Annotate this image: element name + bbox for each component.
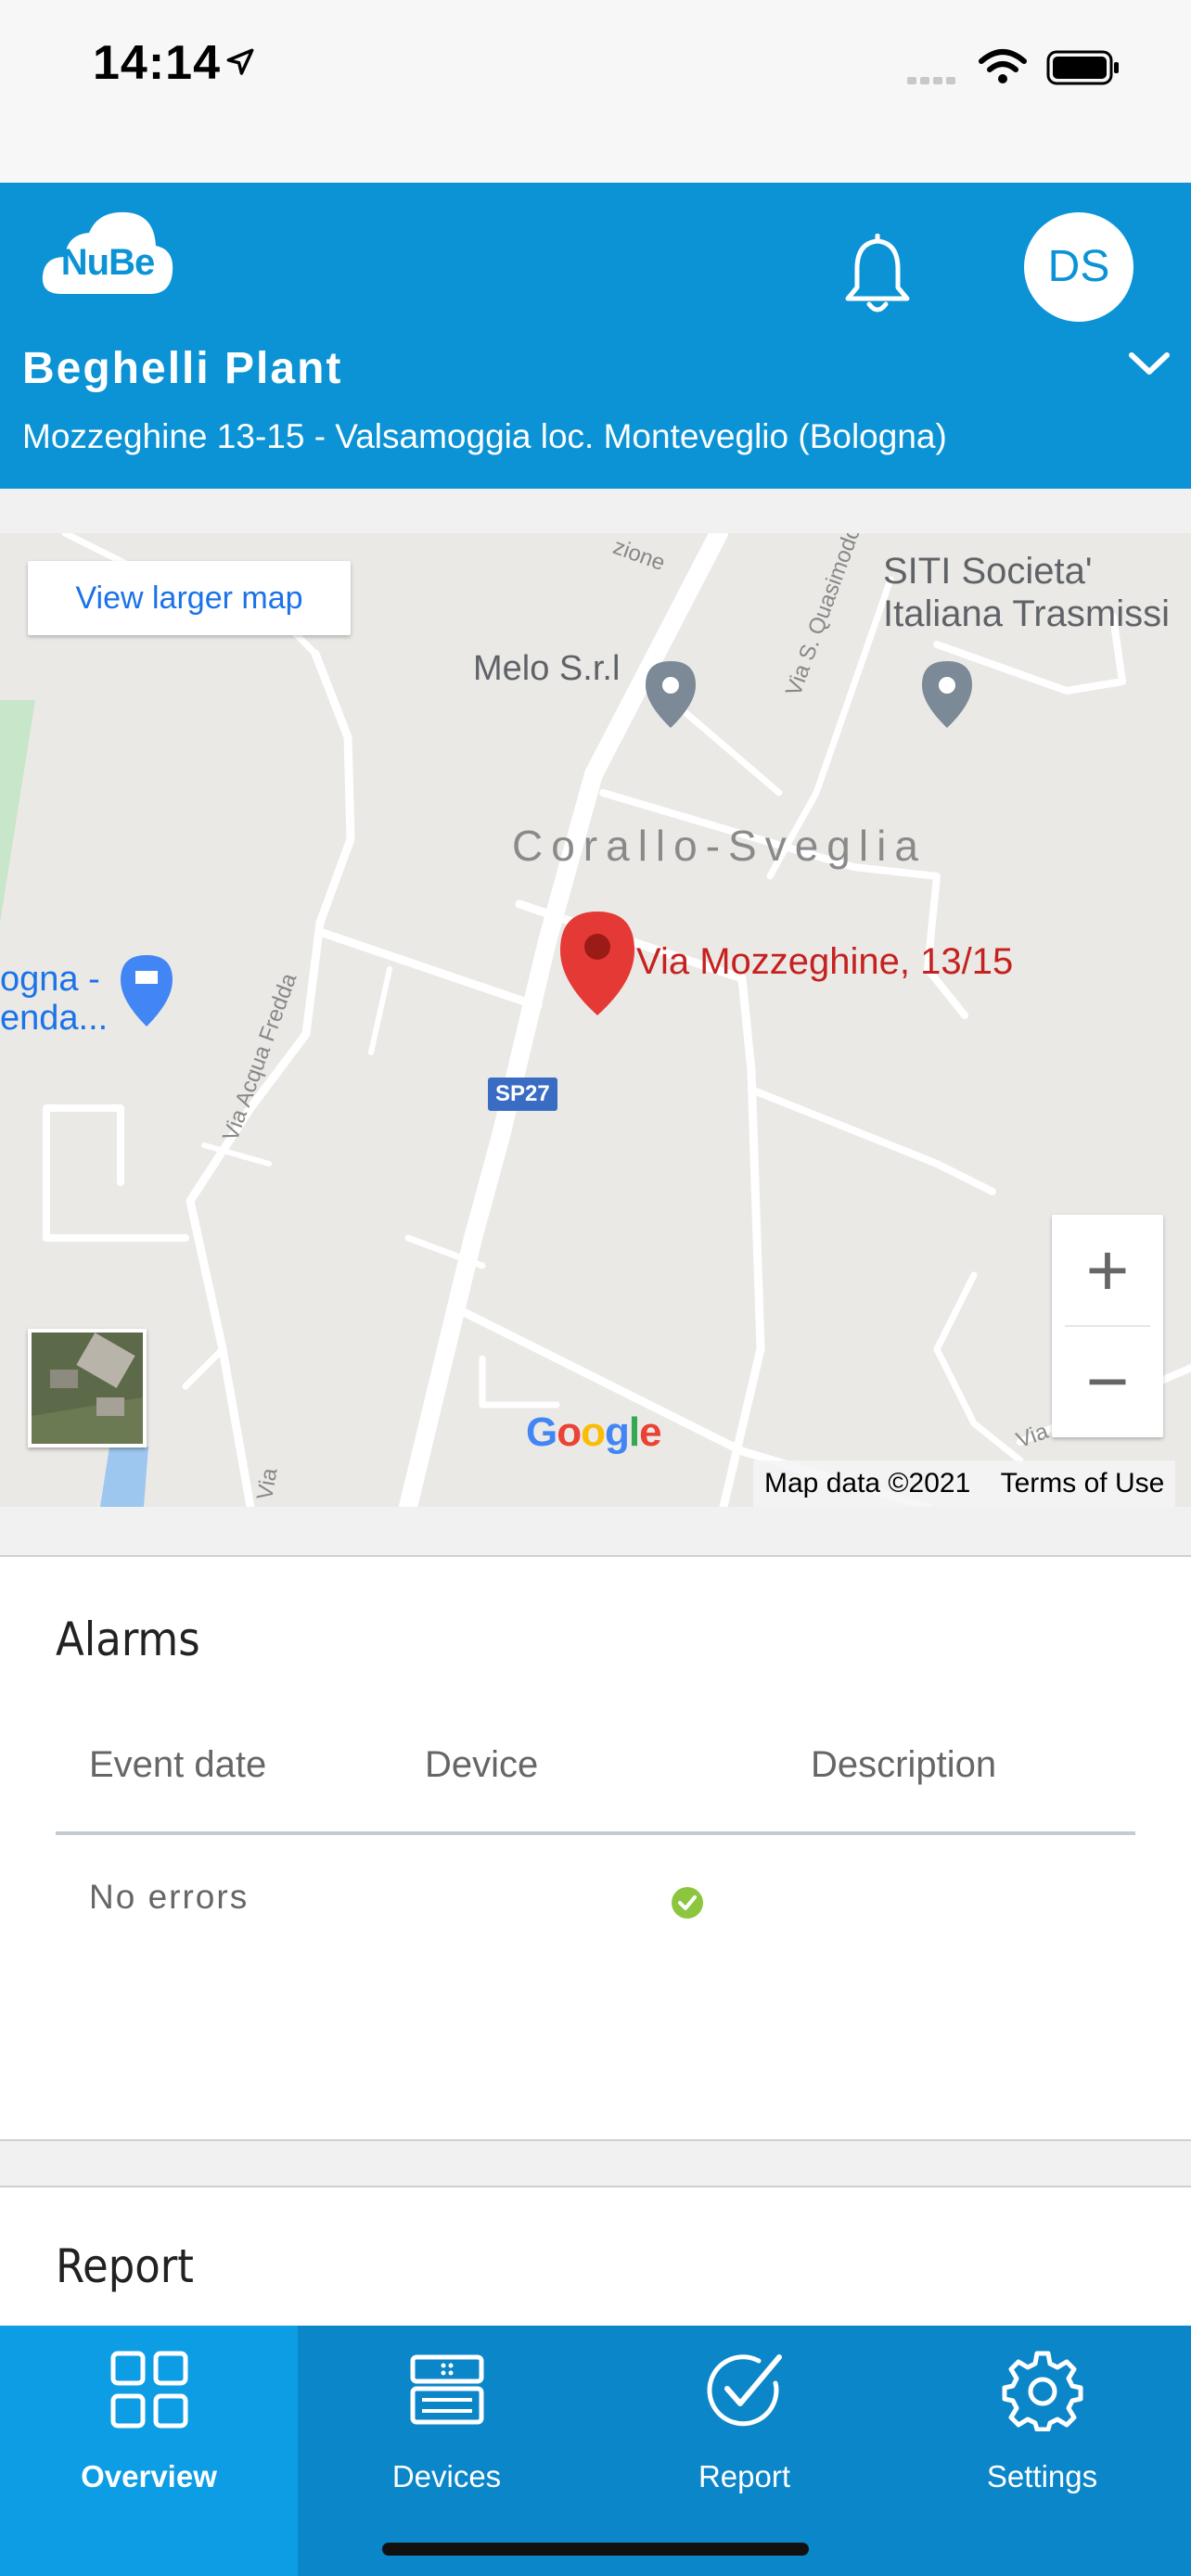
plant-name: Beghelli Plant: [22, 344, 343, 393]
nav-settings-label: Settings: [986, 2459, 1098, 2493]
logo-text: NuBe: [60, 242, 155, 283]
nav-overview[interactable]: Overview: [0, 2326, 298, 2576]
user-avatar[interactable]: DS: [1024, 212, 1133, 322]
google-logo: Google: [526, 1409, 662, 1455]
nav-devices-label: Devices: [391, 2459, 502, 2493]
nube-logo[interactable]: NuBe: [41, 209, 174, 301]
notification-bell-icon[interactable]: [840, 234, 915, 315]
location-pin-label[interactable]: Via Mozzeghine, 13/15: [636, 941, 1013, 983]
status-time: 14:14: [93, 36, 221, 90]
no-errors-message: No errors: [89, 1878, 250, 1916]
gear-icon: [1002, 2351, 1083, 2431]
nav-report[interactable]: Report: [596, 2326, 893, 2576]
chevron-down-icon[interactable]: [1126, 348, 1172, 381]
battery-icon: [1046, 50, 1119, 85]
poi-melo[interactable]: Melo S.r.l: [473, 649, 620, 689]
plant-address: Mozzeghine 13-15 - Valsamoggia loc. Mont…: [22, 417, 947, 455]
satellite-view-toggle[interactable]: [28, 1329, 147, 1447]
poi-shop-line2: enda...: [0, 999, 109, 1038]
column-header-event-date: Event date: [89, 1744, 267, 1785]
poi-siti-line2: Italiana Trasmissi: [883, 593, 1170, 634]
column-header-device: Device: [425, 1744, 539, 1785]
area-label: Corallo-Sveglia: [512, 822, 927, 870]
terms-of-use-link[interactable]: Terms of Use: [990, 1468, 1176, 1498]
satellite-thumbnail-icon: [32, 1333, 143, 1444]
report-title: Report: [56, 2239, 194, 2293]
embedded-map[interactable]: View larger map Melo S.r.l SITI Societa'…: [0, 533, 1191, 1507]
road-label-via-bottom: Via: [252, 1466, 283, 1502]
poi-shop-line1: ogna -: [0, 960, 100, 999]
map-attribution: Map data ©2021 Terms of Use: [753, 1460, 1176, 1507]
poi-siti-line1: SITI Societa': [883, 551, 1093, 592]
nav-overview-label: Overview: [81, 2459, 217, 2493]
check-circle-icon: [672, 1887, 703, 1919]
column-header-description: Description: [811, 1744, 997, 1785]
poi-shop[interactable]: ogna - enda...: [0, 960, 108, 1038]
wifi-icon: [979, 49, 1027, 83]
nav-devices[interactable]: Devices: [298, 2326, 596, 2576]
table-header-divider: [56, 1831, 1135, 1835]
bottom-navigation: Overview Devices Report Settings: [0, 2326, 1191, 2576]
alarms-card: Alarms Event date Device Description No …: [0, 1555, 1191, 2141]
check-circle-icon: [707, 2354, 782, 2427]
app-header: NuBe DS Beghelli Plant Mozzeghine 13-15 …: [0, 183, 1191, 489]
home-indicator: [382, 2543, 809, 2556]
poi-siti[interactable]: SITI Societa' Italiana Trasmissi: [883, 550, 1170, 635]
route-shield: SP27: [488, 1078, 557, 1111]
zoom-out-button[interactable]: −: [1052, 1326, 1163, 1437]
zoom-in-button[interactable]: +: [1052, 1215, 1163, 1326]
location-arrow-icon: [226, 48, 254, 75]
nav-report-label: Report: [698, 2459, 791, 2493]
devices-icon: [410, 2354, 484, 2425]
map-data-credit: Map data ©2021: [764, 1468, 971, 1498]
grid-icon: [110, 2351, 188, 2429]
view-larger-map-link[interactable]: View larger map: [28, 561, 351, 635]
status-bar: 14:14: [0, 0, 1191, 183]
zoom-controls: + −: [1052, 1215, 1163, 1437]
nav-settings[interactable]: Settings: [893, 2326, 1191, 2576]
cellular-signal-icon: [907, 72, 959, 89]
alarms-title: Alarms: [56, 1613, 200, 1666]
